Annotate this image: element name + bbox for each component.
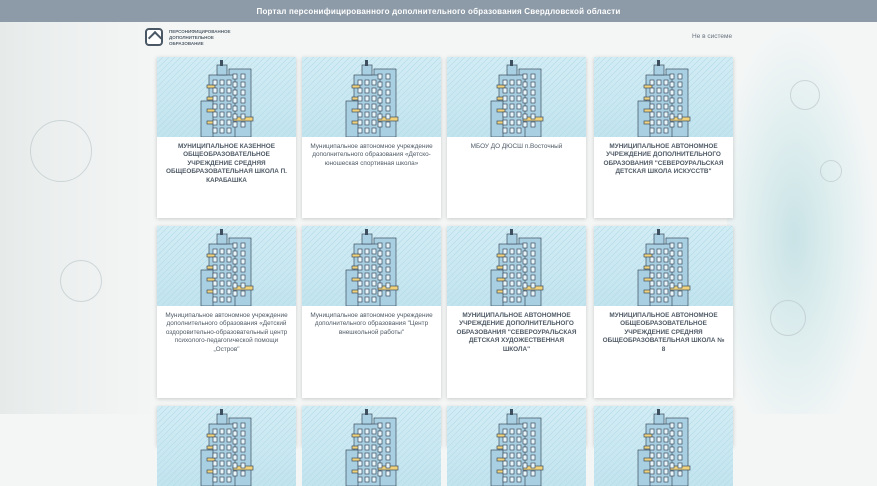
- organization-card-title: МУНИЦИПАЛЬНОЕ АВТОНОМНОЕ ОБЩЕОБРАЗОВАТЕЛ…: [602, 312, 725, 353]
- building-illustration: [447, 226, 586, 306]
- doodle-circle: [30, 120, 92, 182]
- organization-card-title: МУНИЦИПАЛЬНОЕ АВТОНОМНОЕ УЧРЕЖДЕНИЕ ДОПО…: [456, 312, 577, 353]
- building-icon: [594, 57, 733, 137]
- organization-card[interactable]: Муниципальное автономное учреждение допо…: [302, 57, 441, 218]
- organization-card[interactable]: [594, 406, 733, 486]
- organization-card[interactable]: МУНИЦИПАЛЬНОЕ КАЗЕННОЕ ОБЩЕОБРАЗОВАТЕЛЬН…: [157, 57, 296, 218]
- logo-line: ОБРАЗОВАНИЕ: [169, 40, 204, 46]
- organization-card-title: МУНИЦИПАЛЬНОЕ АВТОНОМНОЕ УЧРЕЖДЕНИЕ ДОПО…: [603, 143, 724, 176]
- building-illustration: [302, 406, 441, 486]
- doodle-circle: [820, 160, 842, 182]
- building-icon: [157, 57, 296, 137]
- building-illustration: [447, 406, 586, 486]
- logo-icon: [145, 28, 163, 46]
- logo-line: ПЕРСОНИФИЦИРОВАННОЕ: [169, 28, 231, 34]
- building-illustration: [447, 57, 586, 137]
- building-illustration: [594, 57, 733, 137]
- building-illustration: [157, 226, 296, 306]
- organization-card[interactable]: МУНИЦИПАЛЬНОЕ АВТОНОМНОЕ УЧРЕЖДЕНИЕ ДОПО…: [447, 226, 586, 398]
- organization-card[interactable]: Муниципальное автономное учреждение допо…: [302, 226, 441, 398]
- top-bar: Портал персонифицированного дополнительн…: [0, 0, 877, 22]
- logo-text: ПЕРСОНИФИЦИРОВАННОЕ ДОПОЛНИТЕЛЬНОЕ ОБРАЗ…: [169, 29, 231, 46]
- organization-card-title: МУНИЦИПАЛЬНОЕ КАЗЕННОЕ ОБЩЕОБРАЗОВАТЕЛЬН…: [166, 143, 287, 184]
- doodle-circle: [770, 300, 806, 336]
- organization-card[interactable]: [447, 406, 586, 486]
- logo-line: ДОПОЛНИТЕЛЬНОЕ: [169, 34, 214, 40]
- building-icon: [594, 226, 733, 306]
- building-illustration: [302, 57, 441, 137]
- building-icon: [447, 406, 586, 486]
- building-icon: [447, 57, 586, 137]
- building-icon: [447, 226, 586, 306]
- organization-card[interactable]: [157, 406, 296, 486]
- portal-title: Портал персонифицированного дополнительн…: [256, 6, 621, 16]
- organization-card-title: Муниципальное автономное учреждение допо…: [165, 312, 288, 353]
- building-illustration: [594, 406, 733, 486]
- building-icon: [594, 406, 733, 486]
- building-icon: [157, 406, 296, 486]
- building-illustration: [302, 226, 441, 306]
- organization-card-title: Муниципальное автономное учреждение допо…: [310, 312, 433, 336]
- doodle-circle: [60, 260, 102, 302]
- building-illustration: [157, 57, 296, 137]
- login-link[interactable]: Не в системе: [692, 33, 732, 40]
- building-icon: [157, 226, 296, 306]
- organization-card[interactable]: МУНИЦИПАЛЬНОЕ АВТОНОМНОЕ ОБЩЕОБРАЗОВАТЕЛ…: [594, 226, 733, 398]
- organization-card-title: Муниципальное автономное учреждение допо…: [310, 143, 433, 167]
- background-left-doodles: [0, 22, 160, 414]
- building-icon: [302, 226, 441, 306]
- building-illustration: [157, 406, 296, 486]
- doodle-circle: [790, 80, 820, 110]
- header: ПЕРСОНИФИЦИРОВАННОЕ ДОПОЛНИТЕЛЬНОЕ ОБРАЗ…: [0, 22, 877, 52]
- organization-card[interactable]: [302, 406, 441, 486]
- building-icon: [302, 57, 441, 137]
- organization-card[interactable]: Муниципальное автономное учреждение допо…: [157, 226, 296, 398]
- site-logo[interactable]: ПЕРСОНИФИЦИРОВАННОЕ ДОПОЛНИТЕЛЬНОЕ ОБРАЗ…: [145, 28, 231, 46]
- organization-card[interactable]: МУНИЦИПАЛЬНОЕ АВТОНОМНОЕ УЧРЕЖДЕНИЕ ДОПО…: [594, 57, 733, 218]
- organization-card[interactable]: МБОУ ДО ДЮСШ п.Восточный: [447, 57, 586, 218]
- building-icon: [302, 406, 441, 486]
- building-illustration: [594, 226, 733, 306]
- organization-card-title: МБОУ ДО ДЮСШ п.Восточный: [470, 143, 563, 150]
